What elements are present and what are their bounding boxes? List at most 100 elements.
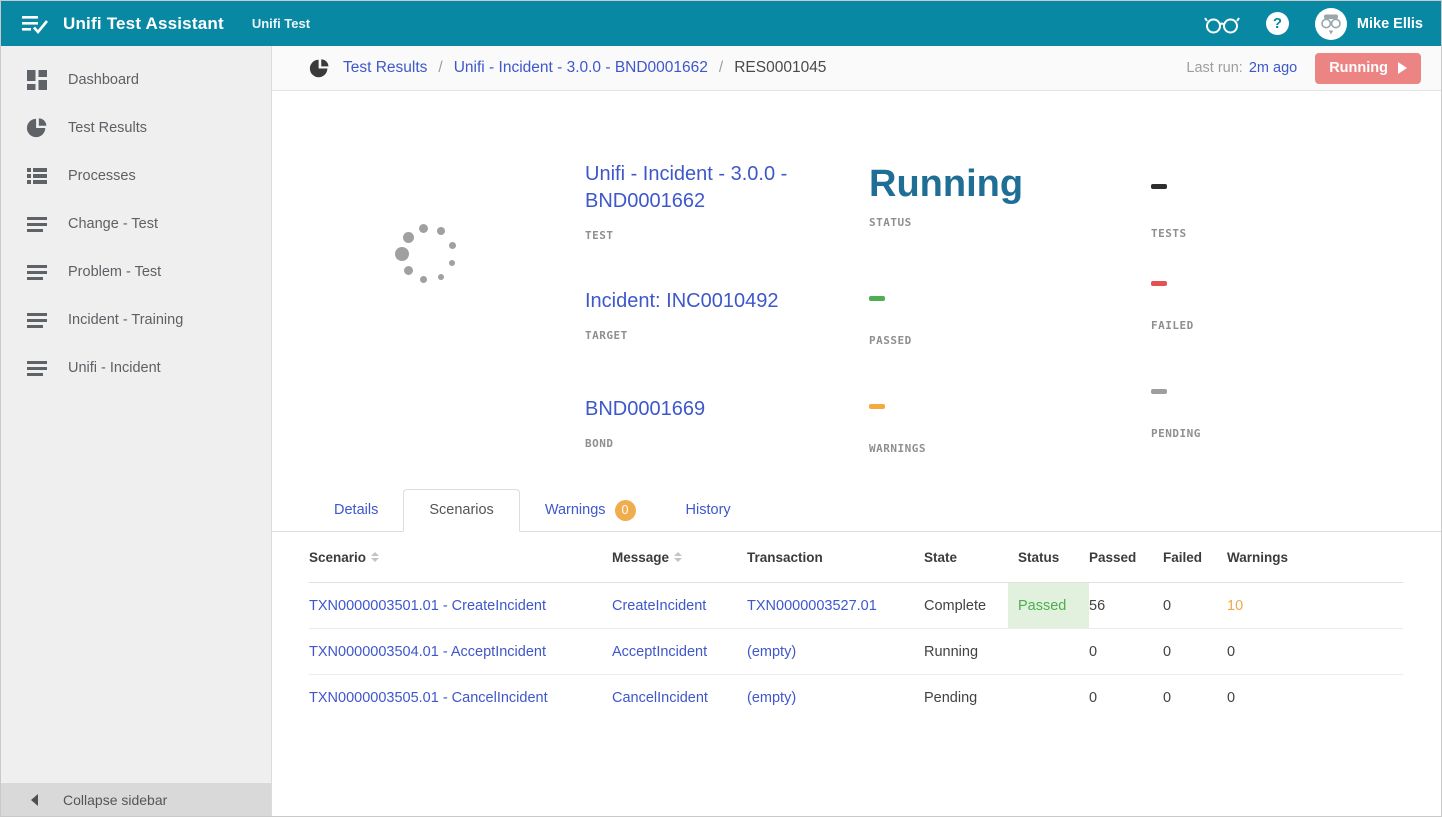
sidebar-item-label: Dashboard <box>68 72 139 88</box>
failed-dash <box>1151 281 1167 286</box>
sort-icon <box>371 552 379 562</box>
tab-label: Warnings <box>545 489 606 531</box>
warnings-label: WARNINGS <box>869 442 1151 455</box>
spinner-dot <box>449 242 456 249</box>
bond-group: BND0001669 BOND <box>585 396 869 450</box>
warnings-count: 10 <box>1227 598 1403 614</box>
sidebar-item-dashboard[interactable]: Dashboard <box>1 56 271 104</box>
message-link[interactable]: CancelIncident <box>612 690 708 706</box>
target-link[interactable]: Incident: INC0010492 <box>585 288 869 315</box>
column-header-label: Warnings <box>1227 550 1288 565</box>
column-header-label: Scenario <box>309 550 366 565</box>
warnings-count: 0 <box>1227 690 1403 706</box>
transaction-link[interactable]: (empty) <box>747 690 796 706</box>
tab-scenarios[interactable]: Scenarios <box>403 489 519 532</box>
message-link[interactable]: CreateIncident <box>612 598 706 614</box>
breadcrumb-separator: / <box>438 59 442 77</box>
lines-icon <box>26 261 48 283</box>
help-icon[interactable]: ? <box>1266 12 1289 35</box>
status-column: Running STATUS PASSED WARNINGS <box>869 161 1151 481</box>
breadcrumb-test[interactable]: Unifi - Incident - 3.0.0 - BND0001662 <box>454 59 708 77</box>
status-cell <box>1008 629 1089 674</box>
column-header-status: Status <box>1018 550 1089 565</box>
sidebar-item-test-results[interactable]: Test Results <box>1 104 271 152</box>
column-header-label: Passed <box>1089 550 1136 565</box>
transaction-link[interactable]: TXN0000003527.01 <box>747 598 877 614</box>
breadcrumb-separator: / <box>719 59 723 77</box>
bond-label: BOND <box>585 437 869 450</box>
table-row: TXN0000003505.01 - CancelIncident Cancel… <box>309 675 1403 721</box>
transaction-link[interactable]: (empty) <box>747 644 796 660</box>
passed-group: PASSED <box>869 288 1151 396</box>
test-label: TEST <box>585 229 869 242</box>
lines-icon <box>26 309 48 331</box>
column-header-transaction: Transaction <box>747 550 924 565</box>
test-link[interactable]: Unifi - Incident - 3.0.0 - BND0001662 <box>585 161 807 215</box>
sidebar-item-processes[interactable]: Processes <box>1 152 271 200</box>
failed-group: FAILED <box>1151 273 1441 381</box>
last-run-value[interactable]: 2m ago <box>1249 60 1297 76</box>
running-button[interactable]: Running <box>1315 53 1421 84</box>
last-run-label: Last run: <box>1186 60 1242 76</box>
avatar <box>1315 8 1347 40</box>
tab-label: Scenarios <box>429 490 493 531</box>
loading-spinner-icon <box>392 218 464 290</box>
tab-details[interactable]: Details <box>309 489 403 531</box>
warnings-group: WARNINGS <box>869 396 1151 455</box>
column-header-message[interactable]: Message <box>612 550 747 565</box>
sidebar-item-label: Processes <box>68 168 136 184</box>
list-icon <box>26 165 48 187</box>
user-menu[interactable]: Mike Ellis <box>1315 8 1423 40</box>
scenario-link[interactable]: TXN0000003504.01 - AcceptIncident <box>309 644 546 660</box>
status-value: Running <box>869 161 1151 207</box>
tab-label: History <box>686 489 731 531</box>
column-header-label: State <box>924 550 957 565</box>
sidebar-item-change-test[interactable]: Change - Test <box>1 200 271 248</box>
spinner-dot <box>403 232 414 243</box>
sidebar-item-label: Test Results <box>68 120 147 136</box>
test-summary: Unifi - Incident - 3.0.0 - BND0001662 TE… <box>272 91 1441 481</box>
glasses-icon[interactable] <box>1204 12 1240 36</box>
test-group: Unifi - Incident - 3.0.0 - BND0001662 TE… <box>585 161 869 288</box>
target-group: Incident: INC0010492 TARGET <box>585 288 869 396</box>
app-subtitle: Unifi Test <box>252 16 310 31</box>
tests-label: TESTS <box>1151 227 1441 240</box>
app-window: Unifi Test Assistant Unifi Test ? Mike E… <box>0 0 1442 817</box>
spinner-dot <box>437 227 445 235</box>
counts-column: TESTS FAILED PENDING <box>1151 161 1441 481</box>
sidebar-item-label: Change - Test <box>68 216 158 232</box>
failed-count: 0 <box>1163 598 1227 614</box>
tab-warnings[interactable]: Warnings 0 <box>520 489 661 531</box>
sidebar-item-problem-test[interactable]: Problem - Test <box>1 248 271 296</box>
sidebar-item-incident-training[interactable]: Incident - Training <box>1 296 271 344</box>
tests-group: TESTS <box>1151 161 1441 273</box>
pending-group: PENDING <box>1151 381 1441 440</box>
sidebar-item-label: Incident - Training <box>68 312 183 328</box>
state-cell: Pending <box>924 690 1018 706</box>
message-link[interactable]: AcceptIncident <box>612 644 707 660</box>
failed-count: 0 <box>1163 690 1227 706</box>
user-name: Mike Ellis <box>1357 16 1423 32</box>
column-header-scenario[interactable]: Scenario <box>309 550 612 565</box>
column-header-label: Transaction <box>747 550 823 565</box>
breadcrumb-test-results[interactable]: Test Results <box>343 59 427 77</box>
collapse-sidebar-button[interactable]: Collapse sidebar <box>1 783 271 816</box>
column-header-warnings: Warnings <box>1227 550 1403 565</box>
menu-check-icon[interactable] <box>21 13 51 35</box>
lines-icon <box>26 213 48 235</box>
warnings-count: 0 <box>1227 644 1403 660</box>
lines-icon <box>26 357 48 379</box>
main-content: Test Results / Unifi - Incident - 3.0.0 … <box>272 46 1441 816</box>
sidebar-item-unifi-incident[interactable]: Unifi - Incident <box>1 344 271 392</box>
running-button-label: Running <box>1329 60 1388 76</box>
state-cell: Running <box>924 644 1018 660</box>
scenario-link[interactable]: TXN0000003501.01 - CreateIncident <box>309 598 546 614</box>
tab-bar: Details Scenarios Warnings 0 History <box>272 488 1441 532</box>
spinner-dot <box>404 266 413 275</box>
failed-label: FAILED <box>1151 319 1441 332</box>
dashboard-icon <box>26 69 48 91</box>
play-icon <box>1398 62 1407 74</box>
bond-link[interactable]: BND0001669 <box>585 396 869 423</box>
scenario-link[interactable]: TXN0000003505.01 - CancelIncident <box>309 690 548 706</box>
tab-history[interactable]: History <box>661 489 756 531</box>
